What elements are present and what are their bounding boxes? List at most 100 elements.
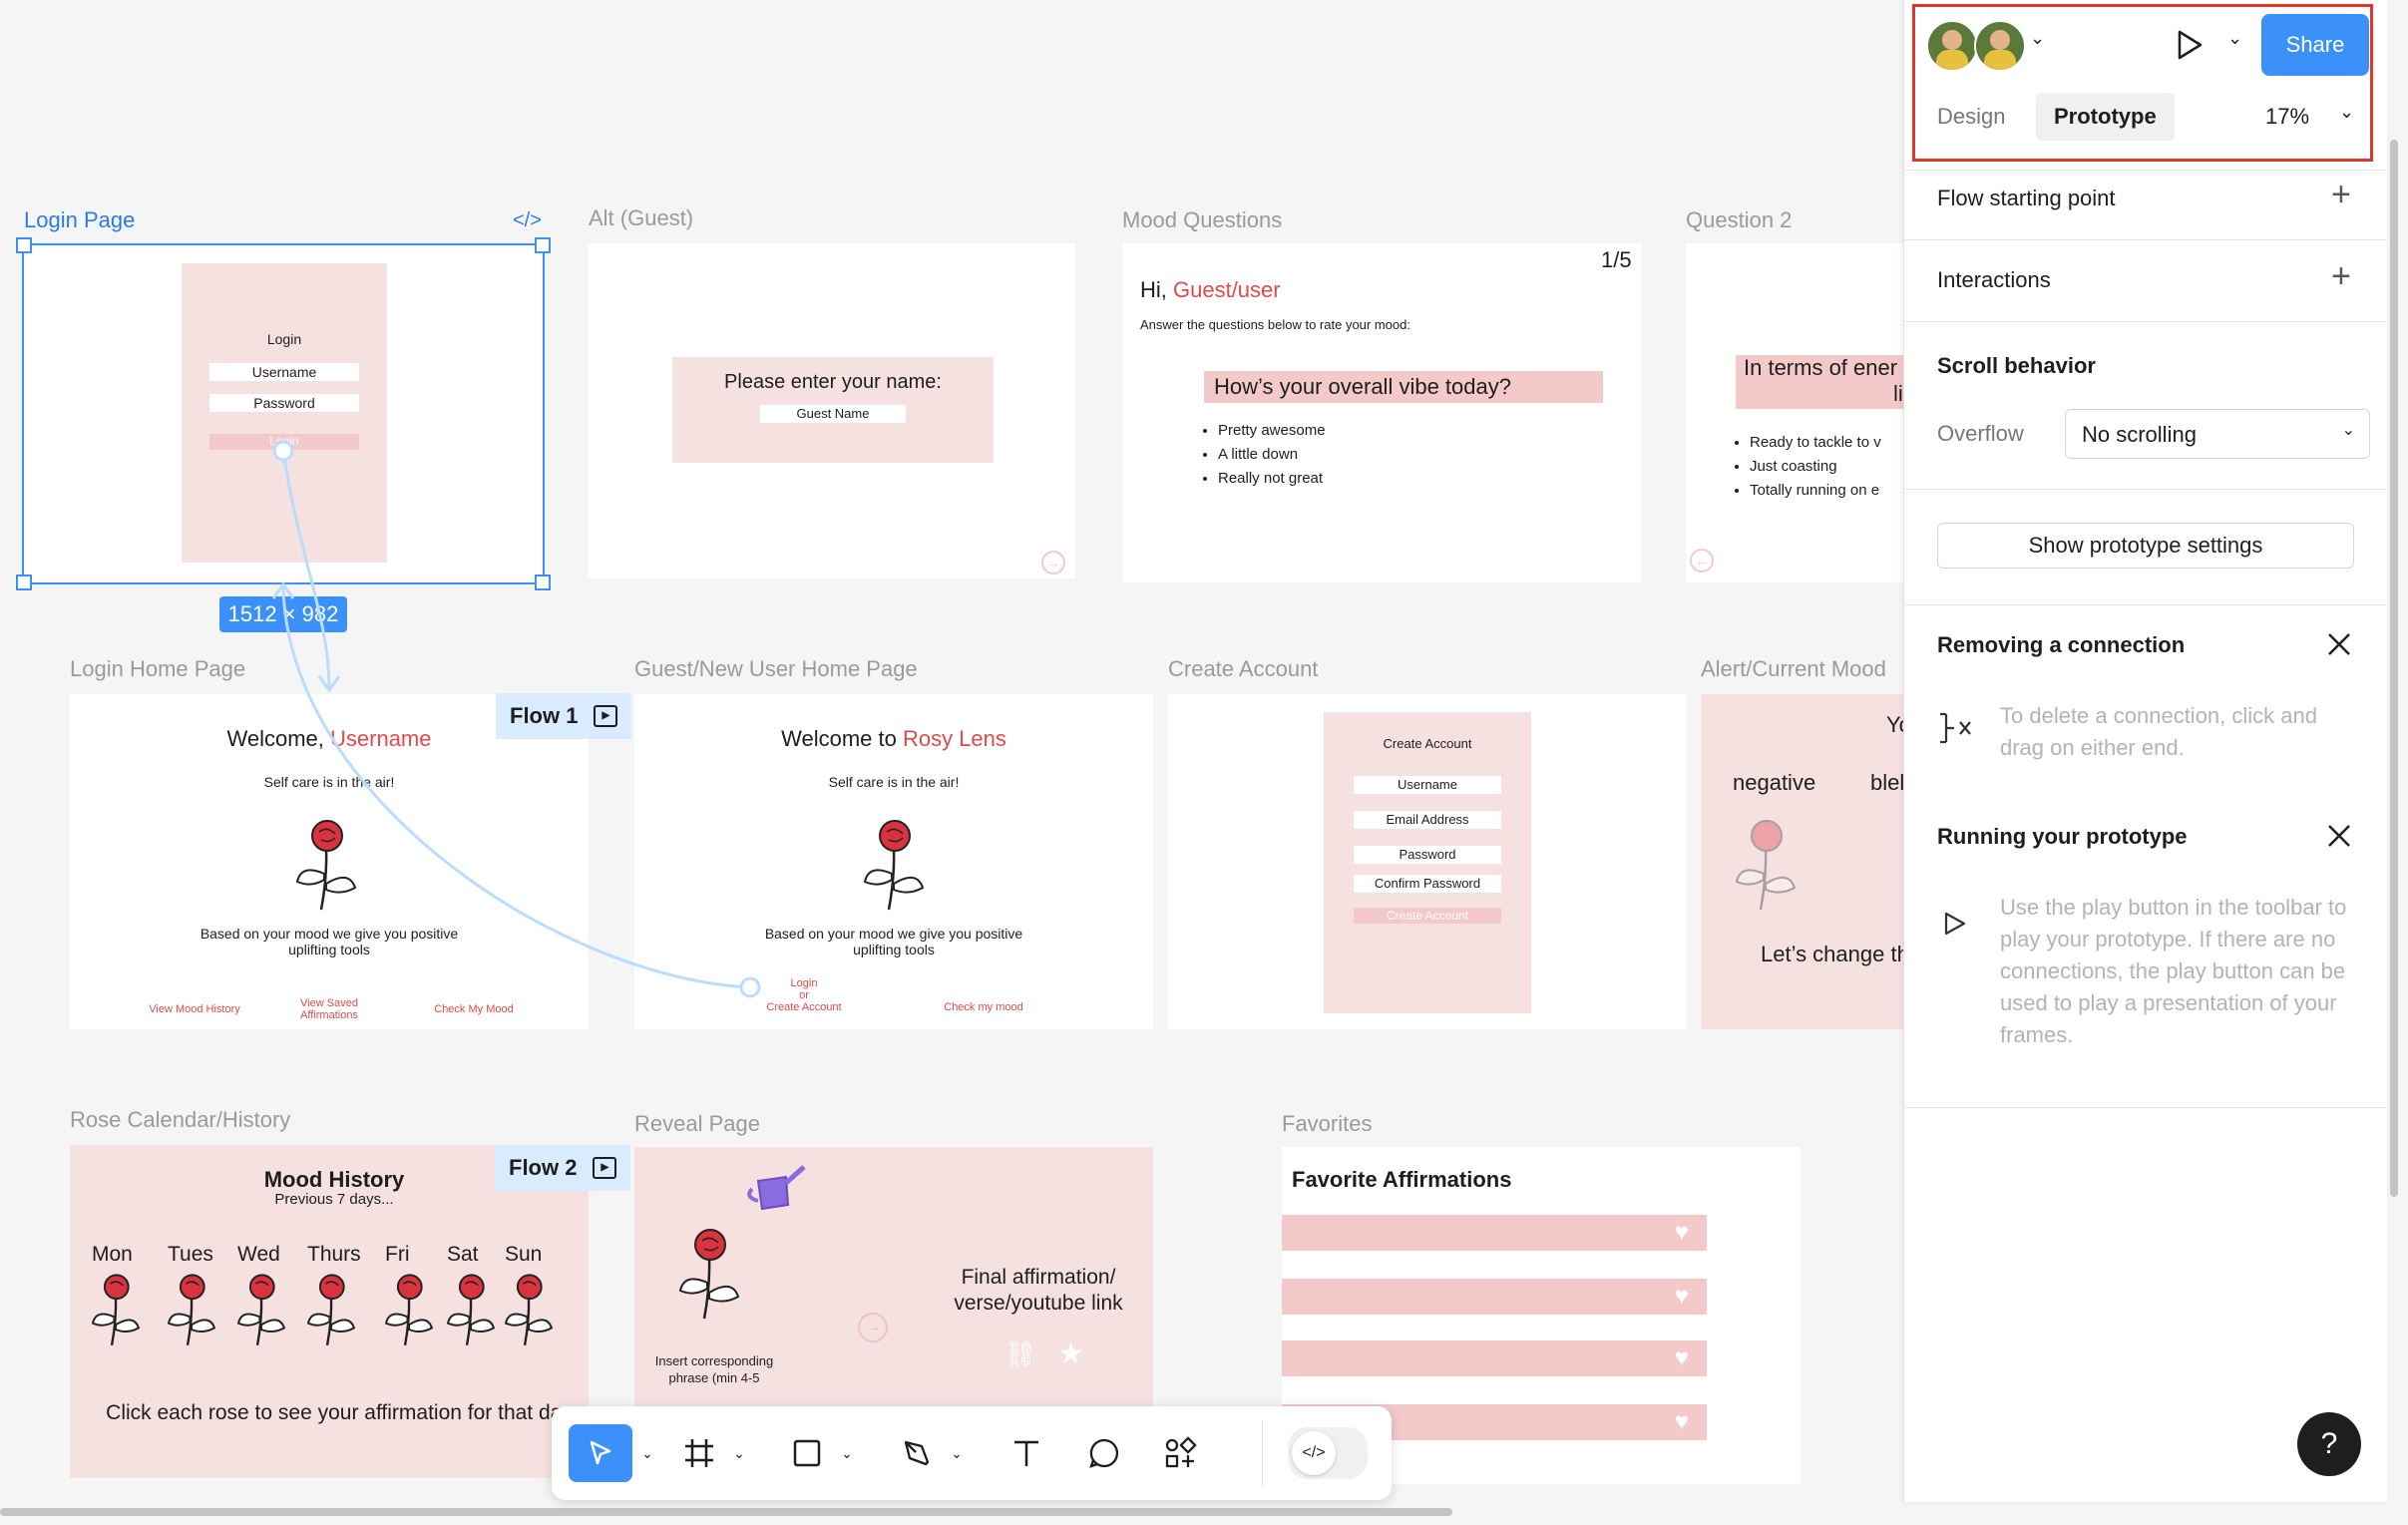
- heart-icon: ♥: [1674, 1283, 1689, 1310]
- favorite-row: ♥: [1282, 1340, 1707, 1376]
- divider: [1904, 321, 2387, 322]
- prototype-connection[interactable]: [0, 0, 1197, 1097]
- day-label: Thurs: [307, 1243, 361, 1266]
- create-title: Create Account: [1383, 736, 1472, 751]
- day-label: Wed: [237, 1243, 280, 1266]
- create-card: Create Account Username Email Address Pa…: [1324, 712, 1531, 1013]
- comment-icon: [1089, 1438, 1119, 1468]
- code-icon: </>: [1292, 1431, 1336, 1475]
- rectangle-tool-button[interactable]: [781, 1424, 833, 1482]
- close-icon[interactable]: [2325, 822, 2353, 850]
- dev-mode-toggle[interactable]: </>: [1288, 1427, 1368, 1479]
- alert-negative: negative: [1733, 770, 1816, 795]
- chevron-down-icon: ⌄: [2341, 422, 2355, 439]
- horizontal-scrollbar[interactable]: [0, 1508, 1452, 1516]
- frame-mood-questions[interactable]: 1/5 Hi, Guest/user Answer the questions …: [1122, 243, 1641, 582]
- pen-icon: [904, 1440, 930, 1466]
- comment-tool-button[interactable]: [1078, 1424, 1130, 1482]
- frame-alert[interactable]: Yo negative blel Let’s change th: [1701, 694, 1903, 1029]
- frame-create-account[interactable]: Create Account Username Email Address Pa…: [1168, 694, 1687, 1029]
- day-label: Tues: [168, 1243, 213, 1266]
- text-icon: [1014, 1440, 1038, 1466]
- flow-starting-point-label: Flow starting point: [1937, 186, 2116, 210]
- present-icon[interactable]: ▶: [593, 1157, 617, 1179]
- toolbar-divider: [1262, 1420, 1263, 1486]
- frame-label-favorites[interactable]: Favorites: [1282, 1111, 1372, 1137]
- roses-row: [88, 1273, 587, 1352]
- insert-phrase: Insert corresponding phrase (min 4-5: [654, 1353, 774, 1385]
- next-arrow-icon: →: [858, 1313, 888, 1342]
- bottom-toolbar: ⌄ ⌄ ⌄ ⌄ </>: [552, 1406, 1392, 1500]
- link-icon: ⛓: [1003, 1338, 1037, 1368]
- answer-list: Pretty awesome A little down Really not …: [1200, 419, 1326, 491]
- properties-panel: ⌄ ⌄ Share Design Prototype 17% ⌄ Flow st…: [1903, 0, 2387, 1502]
- day-rose-icon[interactable]: [381, 1273, 437, 1348]
- cursor-icon: [590, 1440, 611, 1465]
- vertical-scrollbar[interactable]: [2390, 140, 2398, 1197]
- divider: [1904, 604, 2387, 605]
- chevron-down-icon[interactable]: ⌄: [837, 1424, 857, 1482]
- day-rose-icon[interactable]: [88, 1273, 144, 1348]
- flow-2-label: Flow 2: [509, 1155, 578, 1180]
- favorites-title: Favorite Affirmations: [1292, 1167, 1512, 1192]
- frame-question2[interactable]: In terms of enerlik Ready to tackle to v…: [1686, 243, 1903, 582]
- divider: [1904, 239, 2387, 240]
- frame-label-reveal[interactable]: Reveal Page: [634, 1111, 760, 1137]
- confirm-password-field: Confirm Password: [1354, 875, 1501, 893]
- alert-bottom: Let’s change th: [1761, 942, 1903, 966]
- add-interaction-icon[interactable]: +: [2331, 257, 2351, 296]
- move-tool-button[interactable]: [569, 1424, 632, 1482]
- calendar-footer: Click each rose to see your affirmation …: [106, 1401, 573, 1424]
- overflow-value: No scrolling: [2082, 422, 2197, 447]
- frame-icon: [685, 1439, 713, 1467]
- chevron-down-icon[interactable]: ⌄: [729, 1424, 749, 1482]
- chevron-down-icon[interactable]: ⌄: [637, 1424, 657, 1482]
- actions-icon: [1165, 1436, 1197, 1468]
- chevron-down-icon[interactable]: ⌄: [947, 1424, 967, 1482]
- help-button[interactable]: ?: [2297, 1412, 2361, 1476]
- answer-option: Just coasting: [1750, 455, 1881, 479]
- answer-option: A little down: [1218, 443, 1326, 467]
- heart-icon: ♥: [1674, 1344, 1689, 1371]
- overflow-select[interactable]: No scrolling ⌄: [2065, 409, 2370, 459]
- days-row: Mon Tues Wed Thurs Fri Sat Sun: [88, 1243, 587, 1273]
- favorite-row: ♥: [1282, 1215, 1707, 1251]
- overflow-label: Overflow: [1937, 421, 2024, 446]
- answer-option: Pretty awesome: [1218, 419, 1326, 443]
- day-rose-icon[interactable]: [443, 1273, 499, 1348]
- create-account-button: Create Account: [1354, 908, 1501, 924]
- frame-label-alert[interactable]: Alert/Current Mood: [1701, 656, 1886, 682]
- frame-label-rose-calendar[interactable]: Rose Calendar/History: [70, 1107, 290, 1133]
- day-rose-icon[interactable]: [233, 1273, 289, 1348]
- faded-rose-illustration: [1735, 820, 1797, 911]
- text-tool-button[interactable]: [1001, 1424, 1052, 1482]
- highlight-box: [1912, 4, 2373, 162]
- day-label: Sun: [505, 1243, 543, 1266]
- mood-history-subtitle: Previous 7 days...: [274, 1191, 394, 1208]
- pen-tool-button[interactable]: [891, 1424, 943, 1482]
- frame-rose-calendar[interactable]: Mood History Previous 7 days... Mon Tues W…: [70, 1145, 589, 1478]
- day-rose-icon[interactable]: [164, 1273, 219, 1348]
- close-icon[interactable]: [2325, 630, 2353, 658]
- answer-option: Really not great: [1218, 467, 1326, 491]
- removing-connection-text: To delete a connection, click and drag o…: [2000, 703, 2317, 760]
- password-field: Password: [1354, 846, 1501, 864]
- prototype-settings-button[interactable]: Show prototype settings: [1937, 523, 2354, 569]
- scroll-behavior-label: Scroll behavior: [1937, 353, 2096, 378]
- final-affirmation: Final affirmation/ verse/youtube link: [954, 1266, 1123, 1315]
- actions-tool-button[interactable]: [1154, 1424, 1206, 1482]
- frame-label-question2[interactable]: Question 2: [1686, 207, 1792, 233]
- username-field: Username: [1354, 776, 1501, 794]
- favorite-row: ♥: [1282, 1279, 1707, 1315]
- add-flow-icon[interactable]: +: [2331, 176, 2351, 214]
- removing-connection-title: Removing a connection: [1937, 632, 2186, 657]
- day-rose-icon[interactable]: [501, 1273, 557, 1348]
- running-prototype-title: Running your prototype: [1937, 824, 2188, 849]
- frame-tool-button[interactable]: [673, 1424, 725, 1482]
- rectangle-icon: [793, 1439, 821, 1467]
- heart-icon: ♥: [1674, 1408, 1689, 1435]
- play-icon: [1944, 912, 1966, 936]
- answer-list-2: Ready to tackle to v Just coasting Total…: [1732, 431, 1881, 503]
- day-rose-icon[interactable]: [303, 1273, 359, 1348]
- flow-tag-2[interactable]: Flow 2 ▶: [495, 1145, 631, 1191]
